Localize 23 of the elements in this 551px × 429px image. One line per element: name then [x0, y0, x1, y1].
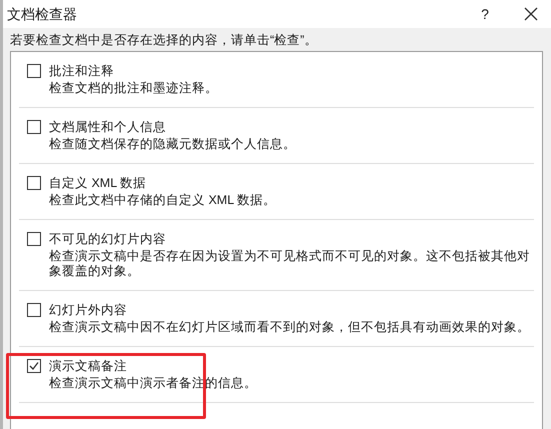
check-icon	[29, 361, 39, 371]
item-title: 演示文稿备注	[49, 358, 128, 375]
checkbox[interactable]	[27, 64, 41, 78]
checkbox[interactable]	[27, 120, 41, 134]
item-description: 检查演示文稿中是否存在因为设置为不可见格式而不可见的对象。这不包括被其他对象覆盖的对象。	[49, 248, 531, 279]
item-description: 检查此文档中存储的自定义 XML 数据。	[49, 192, 276, 208]
checkbox[interactable]	[27, 176, 41, 190]
item-description: 检查演示文稿中因不在幻灯片区域而看不到的对象，但不包括具有动画效果的对象。	[49, 319, 530, 335]
item-title: 幻灯片外内容	[49, 302, 128, 319]
item-title: 批注和注释	[49, 63, 115, 80]
close-icon	[524, 7, 538, 21]
item-description: 检查演示文稿中演示者备注的信息。	[49, 375, 257, 391]
instruction-text: 若要检查文档中是否存在选择的内容，请单击“检查”。	[10, 32, 318, 49]
help-button[interactable]: ?	[470, 2, 500, 26]
checkbox[interactable]	[27, 303, 41, 317]
window-title: 文档检查器	[7, 4, 77, 24]
item-description: 检查随文档保存的隐藏元数据或个人信息。	[49, 136, 296, 152]
checkbox[interactable]	[27, 359, 41, 373]
item-title: 自定义 XML 数据	[49, 175, 148, 192]
item-title: 文档属性和个人信息	[49, 119, 167, 136]
item-title: 不可见的幻灯片内容	[49, 231, 167, 248]
item-description: 检查文档的批注和墨迹注释。	[49, 80, 218, 96]
checkbox[interactable]	[27, 232, 41, 246]
